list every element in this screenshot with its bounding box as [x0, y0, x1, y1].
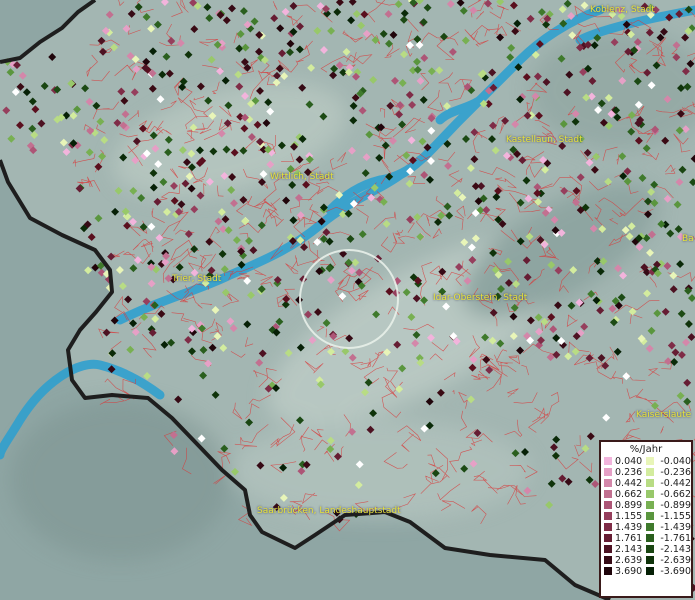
legend-row: 3.690 -3.690: [601, 566, 693, 577]
legend-value-positive: 1.155: [615, 511, 643, 522]
legend-value-positive: 0.442: [615, 478, 643, 489]
legend-swatch-negative: [646, 457, 654, 465]
legend-title: %/Jahr: [629, 444, 663, 455]
legend-swatch-negative: [646, 556, 654, 564]
legend-row: 0.040 -0.040: [601, 456, 693, 467]
legend-value-positive: 2.143: [615, 544, 643, 555]
legend-swatch-negative: [646, 567, 654, 575]
legend-row: 0.662 -0.662: [601, 489, 693, 500]
legend-swatch-positive: [604, 545, 612, 553]
place-label-trier: Trier, Stadt: [172, 274, 222, 284]
legend-swatch-positive: [604, 512, 612, 520]
legend-value-negative: -0.040: [660, 456, 691, 467]
place-label-koblenz: Koblenz, Stadt: [590, 5, 655, 15]
legend-value-negative: -2.639: [660, 555, 691, 566]
place-label-kaiserslautern: Kaiserslaute: [636, 410, 692, 420]
legend-value-positive: 0.899: [615, 500, 643, 511]
legend-swatch-negative: [646, 534, 654, 542]
legend-swatch-positive: [604, 556, 612, 564]
place-label-kastellaun: Kastellaun, Stadt: [506, 135, 583, 145]
legend-swatch-negative: [646, 512, 654, 520]
legend-value-positive: 1.439: [615, 522, 643, 533]
legend-swatch-negative: [646, 468, 654, 476]
legend-value-negative: -3.690: [660, 566, 691, 577]
legend: %/Jahr 0.040 -0.040 0.236 -0.236 0.442 -…: [599, 440, 693, 598]
legend-row: 1.439 -1.439: [601, 522, 693, 533]
legend-value-negative: -1.761: [660, 533, 691, 544]
legend-swatch-positive: [604, 523, 612, 531]
map-view[interactable]: Koblenz, Stadt Kastellaun, Stadt Wittlic…: [0, 0, 695, 600]
place-label-wittlich: Wittlich, Stadt: [270, 172, 334, 182]
legend-row: 0.442 -0.442: [601, 478, 693, 489]
legend-value-negative: -0.899: [660, 500, 691, 511]
legend-value-positive: 0.662: [615, 489, 643, 500]
legend-value-negative: -1.439: [660, 522, 691, 533]
legend-value-negative: -0.236: [660, 467, 691, 478]
legend-value-negative: -2.143: [660, 544, 691, 555]
legend-value-positive: 0.236: [615, 467, 643, 478]
legend-value-negative: -0.442: [660, 478, 691, 489]
legend-swatch-negative: [646, 523, 654, 531]
place-label-bad: Ba: [682, 234, 694, 244]
legend-row: 2.143 -2.143: [601, 544, 693, 555]
legend-value-positive: 1.761: [615, 533, 643, 544]
legend-value-positive: 0.040: [615, 456, 643, 467]
legend-value-negative: -0.662: [660, 489, 691, 500]
legend-swatch-positive: [604, 479, 612, 487]
legend-swatch-positive: [604, 490, 612, 498]
legend-value-positive: 3.690: [615, 566, 643, 577]
legend-swatch-positive: [604, 501, 612, 509]
legend-swatch-negative: [646, 501, 654, 509]
legend-row: 0.899 -0.899: [601, 500, 693, 511]
legend-swatch-negative: [646, 479, 654, 487]
legend-row: 2.639 -2.639: [601, 555, 693, 566]
place-label-idar-oberstein: Idar-Oberstein, Stadt: [433, 293, 528, 303]
legend-row: 0.236 -0.236: [601, 467, 693, 478]
legend-swatch-negative: [646, 490, 654, 498]
legend-row: 1.155 -1.155: [601, 511, 693, 522]
legend-swatch-positive: [604, 457, 612, 465]
legend-value-positive: 2.639: [615, 555, 643, 566]
legend-swatch-negative: [646, 545, 654, 553]
place-label-saarbruecken: Saarbrücken, Landeshauptstadt: [257, 506, 401, 516]
legend-swatch-positive: [604, 567, 612, 575]
legend-swatch-positive: [604, 534, 612, 542]
legend-row: 1.761 -1.761: [601, 533, 693, 544]
legend-value-negative: -1.155: [660, 511, 691, 522]
legend-swatch-positive: [604, 468, 612, 476]
